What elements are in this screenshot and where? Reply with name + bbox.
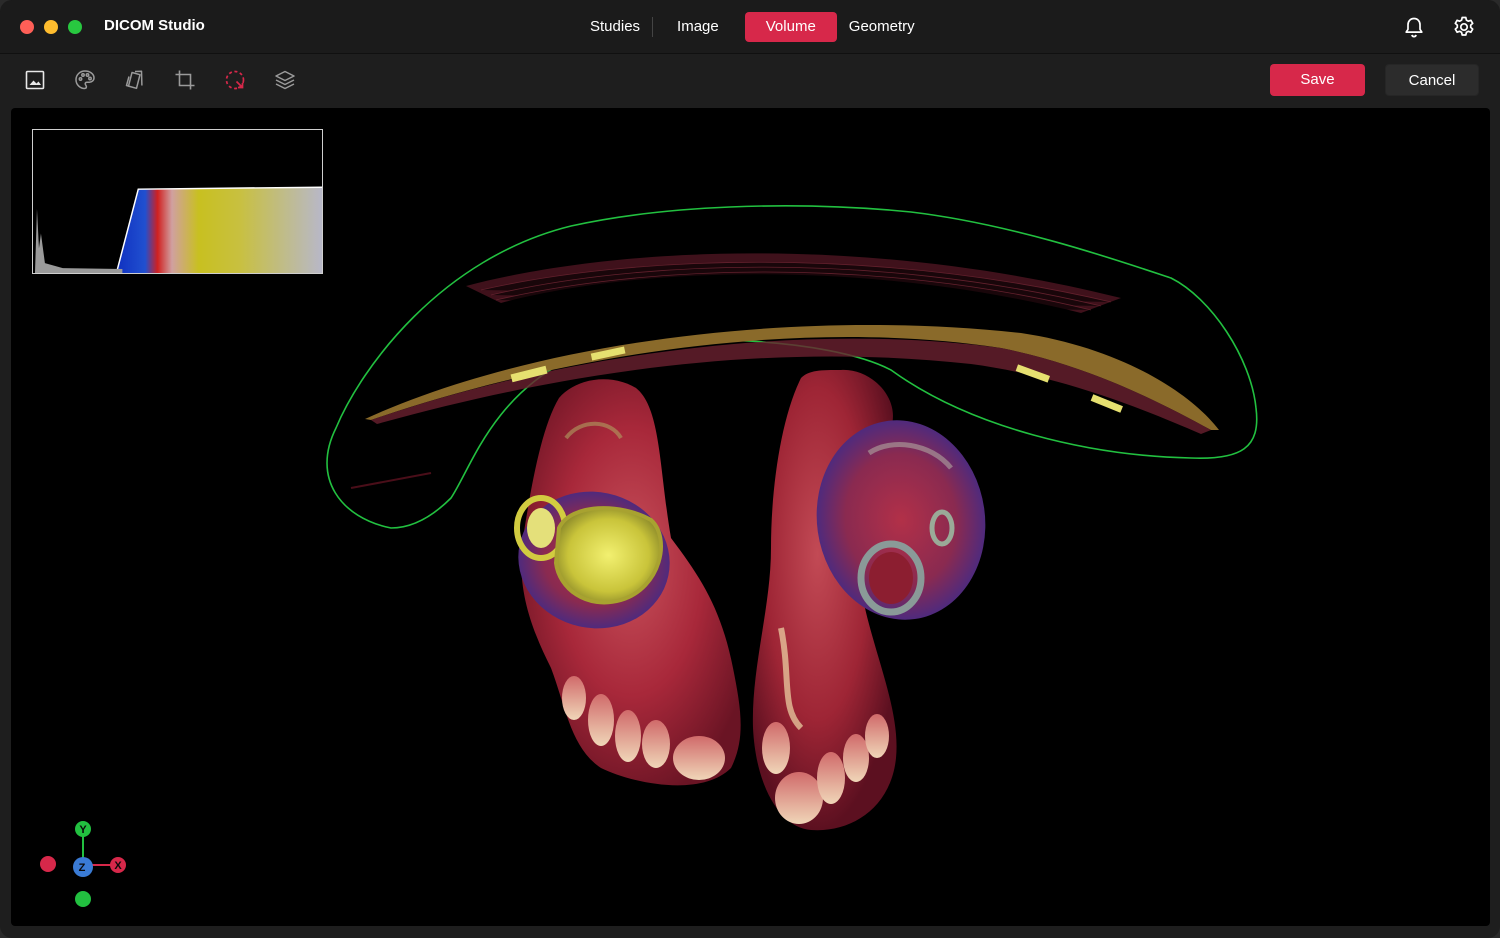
image-icon[interactable] [22,67,48,93]
axis-neg-x-marker[interactable] [40,856,56,872]
layers-icon[interactable] [272,67,298,93]
transfer-function-ramp[interactable] [116,187,322,273]
save-button[interactable]: Save [1270,64,1365,96]
palette-icon[interactable] [72,67,98,93]
bell-icon[interactable] [1401,14,1427,40]
app-window: DICOM Studio Studies Image Volume Geomet… [0,0,1500,938]
app-title: DICOM Studio [104,17,205,34]
volume-viewport[interactable]: Y X Z [11,108,1490,926]
right-foot [752,369,986,831]
tab-image[interactable]: Image [665,12,731,42]
cards-icon[interactable] [122,67,148,93]
histogram-curve [34,208,123,273]
orientation-axes: Y X Z [37,818,137,918]
crop-icon[interactable] [172,67,198,93]
toolbar: Save Cancel [0,54,1500,108]
lasso-select-icon[interactable] [222,67,248,93]
axis-neg-y-marker[interactable] [75,891,91,907]
axis-x-label: X [114,860,122,872]
axis-z-label: Z [79,862,86,874]
transfer-function-histogram[interactable] [32,129,323,274]
tab-studies[interactable]: Studies [578,12,640,42]
zoom-window-button[interactable] [68,20,82,34]
tab-volume[interactable]: Volume [744,12,837,42]
tab-geometry[interactable]: Geometry [837,12,927,42]
axis-y-label: Y [79,824,87,836]
minimize-window-button[interactable] [44,20,58,34]
close-window-button[interactable] [20,20,34,34]
tab-separator [652,17,654,37]
cancel-button[interactable]: Cancel [1385,64,1479,96]
title-bar: DICOM Studio Studies Image Volume Geomet… [0,0,1500,54]
left-foot [514,379,741,786]
gear-icon[interactable] [1451,14,1477,40]
view-tabs: Studies Image Volume Geometry [578,12,927,42]
